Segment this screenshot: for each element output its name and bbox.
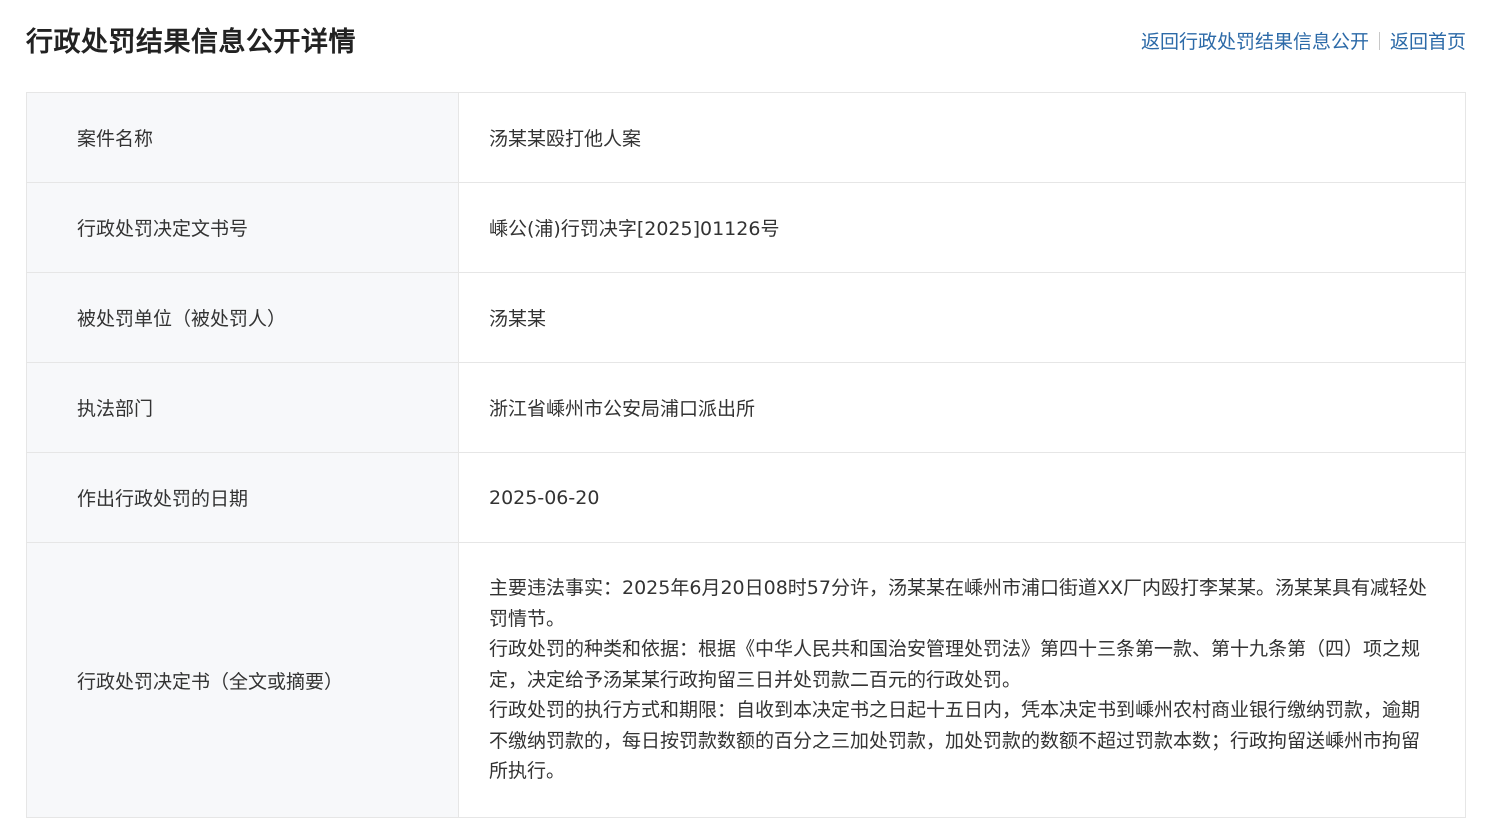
table-row-enforcement-department: 执法部门 浙江省嵊州市公安局浦口派出所 — [26, 362, 1466, 453]
row-label: 执法部门 — [26, 362, 459, 453]
row-value: 浙江省嵊州市公安局浦口派出所 — [458, 362, 1466, 453]
link-divider — [1378, 31, 1380, 50]
row-value: 汤某某 — [458, 272, 1466, 363]
decision-paragraph: 主要违法事实：2025年6月20日08时57分许，汤某某在嵊州市浦口街道XX厂内… — [489, 577, 1428, 630]
header-links: 返回行政处罚结果信息公开 返回首页 — [1141, 27, 1466, 54]
table-row-decision-text: 行政处罚决定书（全文或摘要） 主要违法事实：2025年6月20日08时57分许，… — [26, 542, 1466, 818]
table-row-decision-date: 作出行政处罚的日期 2025-06-20 — [26, 452, 1466, 543]
table-row-document-number: 行政处罚决定文书号 嵊公(浦)行罚决字[2025]01126号 — [26, 182, 1466, 273]
decision-text: 主要违法事实：2025年6月20日08时57分许，汤某某在嵊州市浦口街道XX厂内… — [458, 542, 1466, 818]
table-row-penalized-party: 被处罚单位（被处罚人） 汤某某 — [26, 272, 1466, 363]
row-label: 作出行政处罚的日期 — [26, 452, 459, 543]
row-label: 行政处罚决定文书号 — [26, 182, 459, 273]
table-row-case-name: 案件名称 汤某某殴打他人案 — [26, 92, 1466, 183]
back-to-home-link[interactable]: 返回首页 — [1390, 27, 1466, 54]
row-value: 嵊公(浦)行罚决字[2025]01126号 — [458, 182, 1466, 273]
page-title: 行政处罚结果信息公开详情 — [26, 27, 356, 58]
decision-paragraph: 行政处罚的执行方式和期限：自收到本决定书之日起十五日内，凭本决定书到嵊州农村商业… — [489, 699, 1421, 783]
row-label: 被处罚单位（被处罚人） — [26, 272, 459, 363]
row-label: 案件名称 — [26, 92, 459, 183]
page-header: 行政处罚结果信息公开详情 返回行政处罚结果信息公开 返回首页 — [26, 0, 1466, 82]
detail-table: 案件名称 汤某某殴打他人案 行政处罚决定文书号 嵊公(浦)行罚决字[2025]0… — [26, 92, 1466, 818]
decision-paragraph: 行政处罚的种类和依据：根据《中华人民共和国治安管理处罚法》第四十三条第一款、第十… — [489, 638, 1421, 691]
row-value: 2025-06-20 — [458, 452, 1466, 543]
back-to-list-link[interactable]: 返回行政处罚结果信息公开 — [1141, 27, 1369, 54]
row-label: 行政处罚决定书（全文或摘要） — [26, 542, 459, 818]
row-value: 汤某某殴打他人案 — [458, 92, 1466, 183]
